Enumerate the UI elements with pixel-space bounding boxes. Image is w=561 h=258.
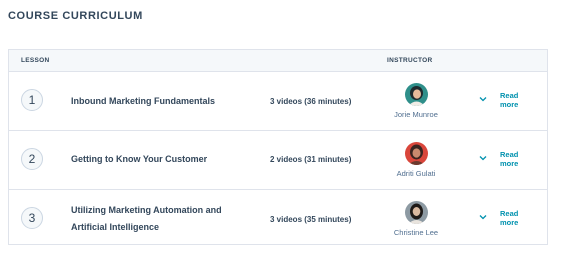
instructor-name: Jorie Munroe <box>394 110 438 119</box>
chevron-down-icon[interactable] <box>478 94 488 104</box>
table-row: 1 Inbound Marketing Fundamentals 3 video… <box>9 72 547 131</box>
read-more-link[interactable]: Read more <box>500 209 526 227</box>
instructor-avatar <box>405 83 428 106</box>
read-more-link[interactable]: Read more <box>500 150 526 168</box>
lesson-number: 2 <box>21 148 43 170</box>
table-header: LESSON INSTRUCTOR <box>9 50 547 72</box>
lesson-number: 3 <box>21 207 43 229</box>
table-row: 3 Utilizing Marketing Automation and Art… <box>9 190 547 248</box>
lesson-column-header: LESSON <box>21 57 50 64</box>
lesson-title: Utilizing Marketing Automation and Artif… <box>71 205 222 232</box>
video-count: 2 videos (31 minutes) <box>270 155 352 164</box>
lesson-title: Inbound Marketing Fundamentals <box>71 96 216 106</box>
lesson-number: 1 <box>21 89 43 111</box>
video-count: 3 videos (35 minutes) <box>270 215 352 224</box>
page-title: COURSE CURRICULUM <box>8 10 143 22</box>
video-count: 3 videos (36 minutes) <box>270 97 352 106</box>
chevron-down-icon[interactable] <box>478 153 488 163</box>
instructor-name: Adriti Gulati <box>396 169 436 178</box>
table-row: 2 Getting to Know Your Customer 2 videos… <box>9 131 547 190</box>
chevron-down-icon[interactable] <box>478 212 488 222</box>
lesson-title: Getting to Know Your Customer <box>71 154 208 164</box>
instructor-avatar <box>405 201 428 224</box>
instructor-avatar <box>405 142 428 165</box>
read-more-link[interactable]: Read more <box>500 91 526 109</box>
instructor-name: Christine Lee <box>393 228 439 237</box>
instructor-column-header: INSTRUCTOR <box>387 57 433 64</box>
curriculum-table: LESSON INSTRUCTOR 1 Inbound Marketing Fu… <box>8 49 548 245</box>
